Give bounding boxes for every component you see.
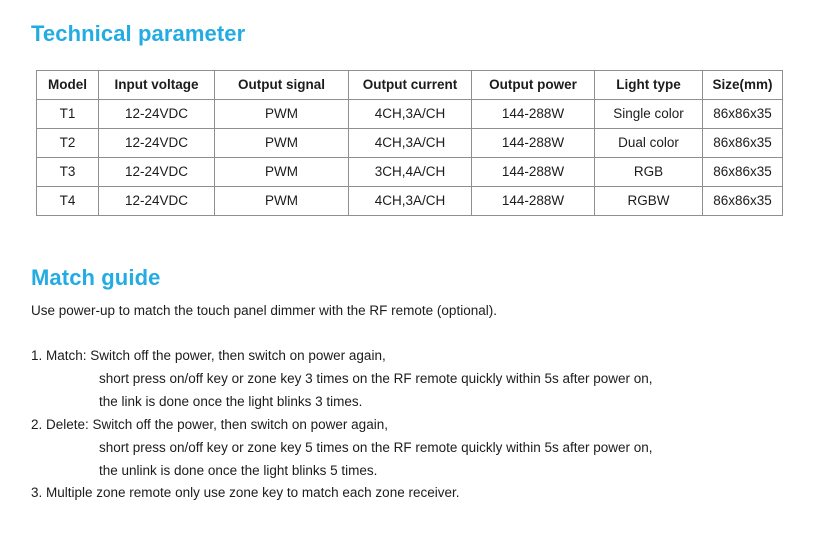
cell-output-current: 4CH,3A/CH <box>348 186 472 216</box>
cell-output-signal: PWM <box>214 128 349 158</box>
table-header-size: Size(mm) <box>702 70 783 100</box>
table-header-output-current: Output current <box>348 70 472 100</box>
cell-input-voltage: 12-24VDC <box>98 99 215 129</box>
cell-output-signal: PWM <box>214 99 349 129</box>
cell-input-voltage: 12-24VDC <box>98 186 215 216</box>
spec-table: Model Input voltage Output signal Output… <box>36 70 783 216</box>
cell-light-type: Single color <box>594 99 703 129</box>
match-step-2-line-1: 2. Delete: Switch off the power, then sw… <box>31 417 388 432</box>
table-header-light-type: Light type <box>594 70 703 100</box>
cell-output-current: 4CH,3A/CH <box>348 128 472 158</box>
cell-size: 86x86x35 <box>702 99 783 129</box>
cell-size: 86x86x35 <box>702 186 783 216</box>
cell-light-type: RGB <box>594 157 703 187</box>
match-step-3-line-1: 3. Multiple zone remote only use zone ke… <box>31 485 460 500</box>
cell-output-current: 4CH,3A/CH <box>348 99 472 129</box>
cell-model: T1 <box>36 99 99 129</box>
table-header-output-power: Output power <box>471 70 595 100</box>
cell-output-power: 144-288W <box>471 128 595 158</box>
cell-model: T2 <box>36 128 99 158</box>
table-row: T1 12-24VDC PWM 4CH,3A/CH 144-288W Singl… <box>36 99 783 129</box>
table-row: T4 12-24VDC PWM 4CH,3A/CH 144-288W RGBW … <box>36 186 783 216</box>
table-header-input-voltage: Input voltage <box>98 70 215 100</box>
match-step-1-line-1: 1. Match: Switch off the power, then swi… <box>31 348 386 363</box>
cell-output-power: 144-288W <box>471 186 595 216</box>
table-header-output-signal: Output signal <box>214 70 349 100</box>
cell-output-current: 3CH,4A/CH <box>348 157 472 187</box>
cell-light-type: Dual color <box>594 128 703 158</box>
match-step-2-line-3: the unlink is done once the light blinks… <box>99 463 378 478</box>
match-step-3: 3. Multiple zone remote only use zone ke… <box>31 481 459 504</box>
match-step-1: 1. Match: Switch off the power, then swi… <box>31 344 653 413</box>
table-header-model: Model <box>36 70 99 100</box>
table-row: T3 12-24VDC PWM 3CH,4A/CH 144-288W RGB 8… <box>36 157 783 187</box>
table-header-row: Model Input voltage Output signal Output… <box>36 70 783 100</box>
cell-model: T4 <box>36 186 99 216</box>
cell-input-voltage: 12-24VDC <box>98 128 215 158</box>
cell-input-voltage: 12-24VDC <box>98 157 215 187</box>
match-step-2: 2. Delete: Switch off the power, then sw… <box>31 413 653 482</box>
match-step-1-line-2: short press on/off key or zone key 3 tim… <box>99 371 653 386</box>
document-page: Technical parameter Model Input voltage … <box>0 0 815 536</box>
match-step-2-line-2: short press on/off key or zone key 5 tim… <box>99 440 653 455</box>
cell-output-signal: PWM <box>214 186 349 216</box>
cell-output-power: 144-288W <box>471 157 595 187</box>
match-guide-intro-text: Use power-up to match the touch panel di… <box>31 303 497 318</box>
match-step-1-line-3: the link is done once the light blinks 3… <box>99 394 363 409</box>
section-heading-technical-parameter: Technical parameter <box>31 21 246 46</box>
cell-output-power: 144-288W <box>471 99 595 129</box>
cell-model: T3 <box>36 157 99 187</box>
cell-output-signal: PWM <box>214 157 349 187</box>
cell-size: 86x86x35 <box>702 128 783 158</box>
table-row: T2 12-24VDC PWM 4CH,3A/CH 144-288W Dual … <box>36 128 783 158</box>
section-heading-match-guide: Match guide <box>31 265 161 290</box>
cell-light-type: RGBW <box>594 186 703 216</box>
cell-size: 86x86x35 <box>702 157 783 187</box>
